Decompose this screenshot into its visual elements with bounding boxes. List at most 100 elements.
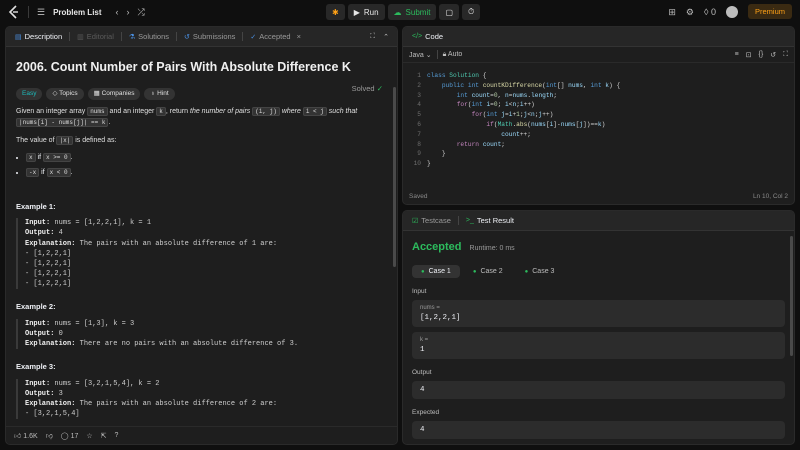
code-editor[interactable]: 1 class Solution {2 public int countKDiff… xyxy=(403,71,794,169)
expected-value: 4 xyxy=(420,426,425,434)
debug-button[interactable]: ✱ xyxy=(326,4,345,20)
code-line[interactable]: 4 for(int i=0; i<n;i++) xyxy=(403,100,794,110)
example-line: Explanation: The pairs with an absolute … xyxy=(25,239,387,249)
format-icon[interactable]: ≡ xyxy=(735,51,739,59)
submit-button[interactable]: ☁ Submit xyxy=(387,4,437,20)
code-line[interactable]: 8 return count; xyxy=(403,140,794,150)
code-line[interactable]: 1 class Solution { xyxy=(403,71,794,81)
upload-icon: ☁ xyxy=(393,7,402,17)
case-tab-1[interactable]: ● Case 1 xyxy=(412,265,460,278)
code-text[interactable]: for(int i=0; i<n;i++) xyxy=(427,100,535,110)
code-line[interactable]: 5 for(int j=i+1;j<n;j++) xyxy=(403,110,794,120)
maximize-icon[interactable]: ⛶ xyxy=(370,33,375,41)
language-select[interactable]: Java ⌄ xyxy=(409,51,432,59)
bookmark-icon[interactable]: ⊡ xyxy=(746,51,752,59)
tab-test-result-label: Test Result xyxy=(476,216,514,225)
chevron-left-icon[interactable]: ‹ xyxy=(116,5,119,19)
chevron-right-icon[interactable]: › xyxy=(127,5,130,19)
avatar[interactable] xyxy=(725,5,738,18)
editor-toolbar: Java ⌄ 🔒︎ Auto ≡ ⊡ {} ↺ ⛶ xyxy=(403,47,794,63)
code-text[interactable]: count++; xyxy=(427,130,531,140)
code-line[interactable]: 10} xyxy=(403,159,794,169)
result-scrollbar[interactable] xyxy=(790,236,793,356)
code-text[interactable]: } xyxy=(427,149,446,159)
output-box[interactable]: 4 xyxy=(412,381,785,399)
tab-description[interactable]: ▤ Description xyxy=(12,32,65,41)
logo-icon[interactable] xyxy=(8,5,20,19)
star-icon[interactable]: ☆ xyxy=(86,432,92,440)
code-line[interactable]: 9 } xyxy=(403,149,794,159)
comments-button[interactable]: ◯ 17 xyxy=(61,432,79,440)
help-icon[interactable]: ? xyxy=(115,432,119,439)
code-text[interactable]: for(int j=i+1;j<n;j++) xyxy=(427,110,554,120)
fullscreen-icon[interactable]: ⛶ xyxy=(783,51,788,59)
code-text[interactable]: } xyxy=(427,159,431,169)
dislike-button[interactable]: 👎︎ xyxy=(46,431,53,440)
shuffle-icon[interactable]: ⤮ xyxy=(138,5,145,19)
abs-definition: The value of |x| is defined as: xyxy=(16,136,387,147)
comment-icon: ◯ xyxy=(60,432,69,440)
premium-button[interactable]: Premium xyxy=(747,4,792,19)
text: Given an integer array xyxy=(16,108,88,116)
line-number: 9 xyxy=(417,150,421,158)
building-icon: ▦ xyxy=(93,90,100,98)
code-text[interactable]: public int countKDifference(int[] nums, … xyxy=(427,81,620,91)
streak-counter[interactable]: ◊ 0 xyxy=(704,5,716,19)
expected-box[interactable]: 4 xyxy=(412,421,785,439)
definition-list: x if x >= 0. -x if x < 0. xyxy=(16,152,387,179)
problem-list-link[interactable]: Problem List xyxy=(53,8,101,17)
case-tab-3[interactable]: ● Case 3 xyxy=(516,265,564,278)
code-line[interactable]: 6 if(Math.abs(nums[i]-nums[j])==k) xyxy=(403,120,794,130)
code-text[interactable]: int count=0, n=nums.length; xyxy=(427,91,557,101)
input-k-box[interactable]: k = 1 xyxy=(412,332,785,359)
inline-code: x xyxy=(26,152,36,162)
auto-mode[interactable]: 🔒︎ Auto xyxy=(443,51,463,59)
tab-test-result[interactable]: >_ Test Result xyxy=(463,216,517,225)
run-button[interactable]: ▶ Run xyxy=(347,4,385,20)
close-icon[interactable]: × xyxy=(297,32,301,41)
timer-button[interactable]: ⏱ xyxy=(462,4,481,20)
note-button[interactable]: ▢ xyxy=(439,4,460,20)
tab-submissions[interactable]: ↺ Submissions xyxy=(181,32,238,41)
code-text[interactable]: class Solution { xyxy=(427,71,486,81)
tab-testcase[interactable]: ☑ Testcase xyxy=(409,216,454,225)
share-icon[interactable]: ⇱ xyxy=(101,432,107,440)
case-tab-2[interactable]: ● Case 2 xyxy=(464,265,512,278)
companies-chip[interactable]: ▦ Companies xyxy=(87,88,141,101)
pair-line: - [3,2,1,5,4] xyxy=(25,410,80,419)
tab-editorial[interactable]: ▥ Editorial xyxy=(74,32,117,41)
like-button[interactable]: 👍︎ 1.6K xyxy=(14,431,38,440)
chevron-up-icon[interactable]: ⌃ xyxy=(383,33,389,41)
code-line[interactable]: 2 public int countKDifference(int[] nums… xyxy=(403,81,794,91)
reset-icon[interactable]: ↺ xyxy=(770,51,776,59)
code-line[interactable]: 7 count++; xyxy=(403,130,794,140)
list-icon[interactable]: ☰ xyxy=(37,5,45,19)
label: Output: xyxy=(25,229,55,238)
tab-code[interactable]: </> Code xyxy=(409,32,446,41)
solved-label: Solved xyxy=(351,84,375,93)
braces-icon[interactable]: {} xyxy=(759,51,764,59)
inline-code: x < 0 xyxy=(46,167,71,177)
hint-chip[interactable]: ♁ Hint xyxy=(144,88,175,101)
flask-icon: ⚗ xyxy=(128,33,136,41)
topics-chip[interactable]: ◇ Topics xyxy=(46,88,84,101)
run-controls: ✱ ▶ Run ☁ Submit ▢ ⏱ xyxy=(326,4,481,20)
code-text[interactable]: return count; xyxy=(427,140,505,150)
code-line[interactable]: 3 int count=0, n=nums.length; xyxy=(403,91,794,101)
text: . xyxy=(70,168,73,176)
example-2-heading: Example 2: xyxy=(16,302,56,312)
solved-status: Solved ✓ xyxy=(352,84,383,93)
output-value: 4 xyxy=(420,386,425,394)
line-number: 8 xyxy=(417,140,421,148)
tab-solutions[interactable]: ⚗ Solutions xyxy=(126,32,172,41)
problem-title[interactable]: 2006. Count Number of Pairs With Absolut… xyxy=(16,58,387,77)
tab-accepted[interactable]: ✓ Accepted × xyxy=(247,32,304,41)
difficulty-chip[interactable]: Easy xyxy=(16,88,43,101)
gear-icon[interactable]: ⚙ xyxy=(686,5,694,19)
auto-label: Auto xyxy=(447,50,463,58)
description-scrollbar[interactable] xyxy=(393,87,396,267)
code-text[interactable]: if(Math.abs(nums[i]-nums[j])==k) xyxy=(427,120,605,130)
history-icon: ↺ xyxy=(184,33,190,41)
grid-icon[interactable]: ⊞ xyxy=(668,5,676,19)
input-nums-box[interactable]: nums = [1,2,2,1] xyxy=(412,300,785,327)
